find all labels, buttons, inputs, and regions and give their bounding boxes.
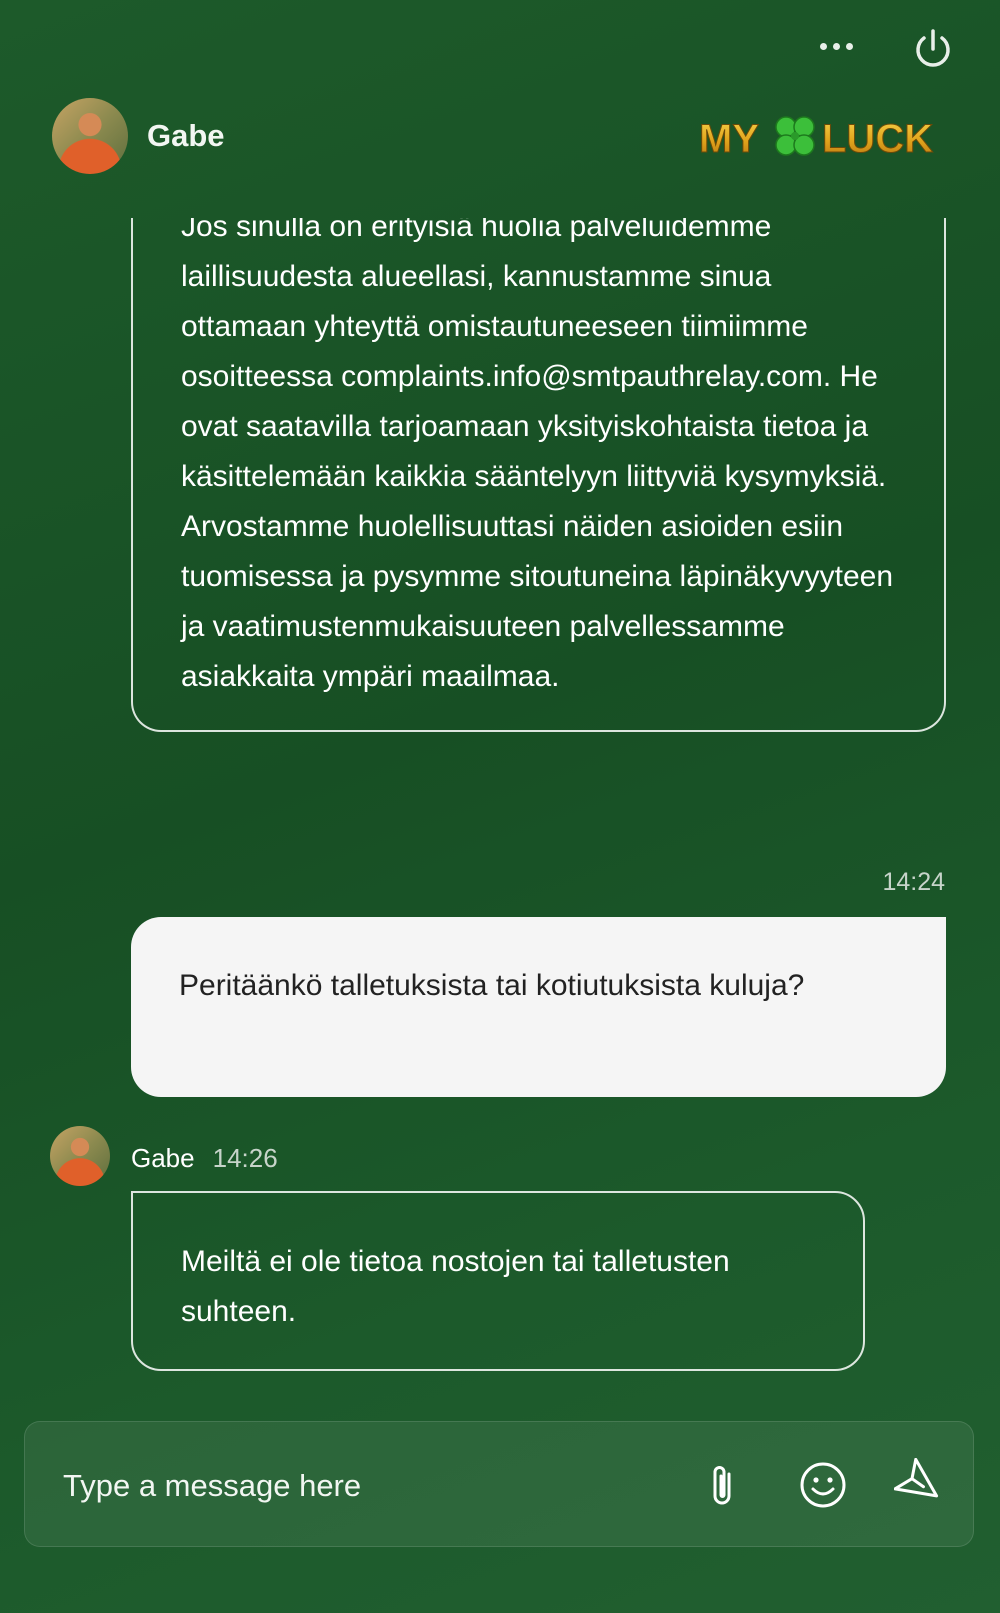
user-message-bubble: Peritäänkö talletuksista tai kotiutuksis…	[131, 917, 946, 1097]
agent-message-bubble: Jos sinulla on erityisiä huolia palvelui…	[131, 218, 946, 732]
agent-message-meta: Gabe 14:26	[131, 1143, 278, 1174]
logo-text-right: LUCK	[822, 117, 933, 161]
paperclip-icon[interactable]	[695, 1458, 749, 1512]
smiley-icon[interactable]	[796, 1458, 850, 1512]
message-composer	[24, 1421, 974, 1547]
more-options-icon[interactable]	[808, 28, 864, 64]
agent-name: Gabe	[147, 118, 225, 153]
user-message-timestamp: 14:24	[882, 868, 945, 896]
chat-header: Gabe MY LUCK	[0, 98, 1000, 218]
myluck-logo: MY LUCK	[699, 116, 934, 162]
agent-message-text: Meiltä ei ole tietoa nostojen tai tallet…	[181, 1245, 730, 1328]
user-message-text: Peritäänkö talletuksista tai kotiutuksis…	[179, 969, 805, 1002]
message-list[interactable]: Jos sinulla on erityisiä huolia palvelui…	[0, 218, 1000, 1398]
agent-avatar-small	[50, 1126, 110, 1186]
logo-text-left: MY	[699, 117, 759, 161]
message-input[interactable]	[63, 1460, 643, 1512]
agent-message-timestamp: 14:26	[212, 1143, 278, 1173]
agent-message-text: Jos sinulla on erityisiä huolia palvelui…	[181, 218, 894, 693]
clover-icon	[775, 116, 815, 156]
top-bar	[0, 0, 1000, 100]
agent-message-name: Gabe	[131, 1143, 195, 1173]
agent-message-bubble: Meiltä ei ole tietoa nostojen tai tallet…	[131, 1191, 865, 1371]
send-icon[interactable]	[894, 1458, 948, 1512]
agent-avatar	[52, 98, 128, 174]
power-icon[interactable]	[910, 26, 956, 72]
